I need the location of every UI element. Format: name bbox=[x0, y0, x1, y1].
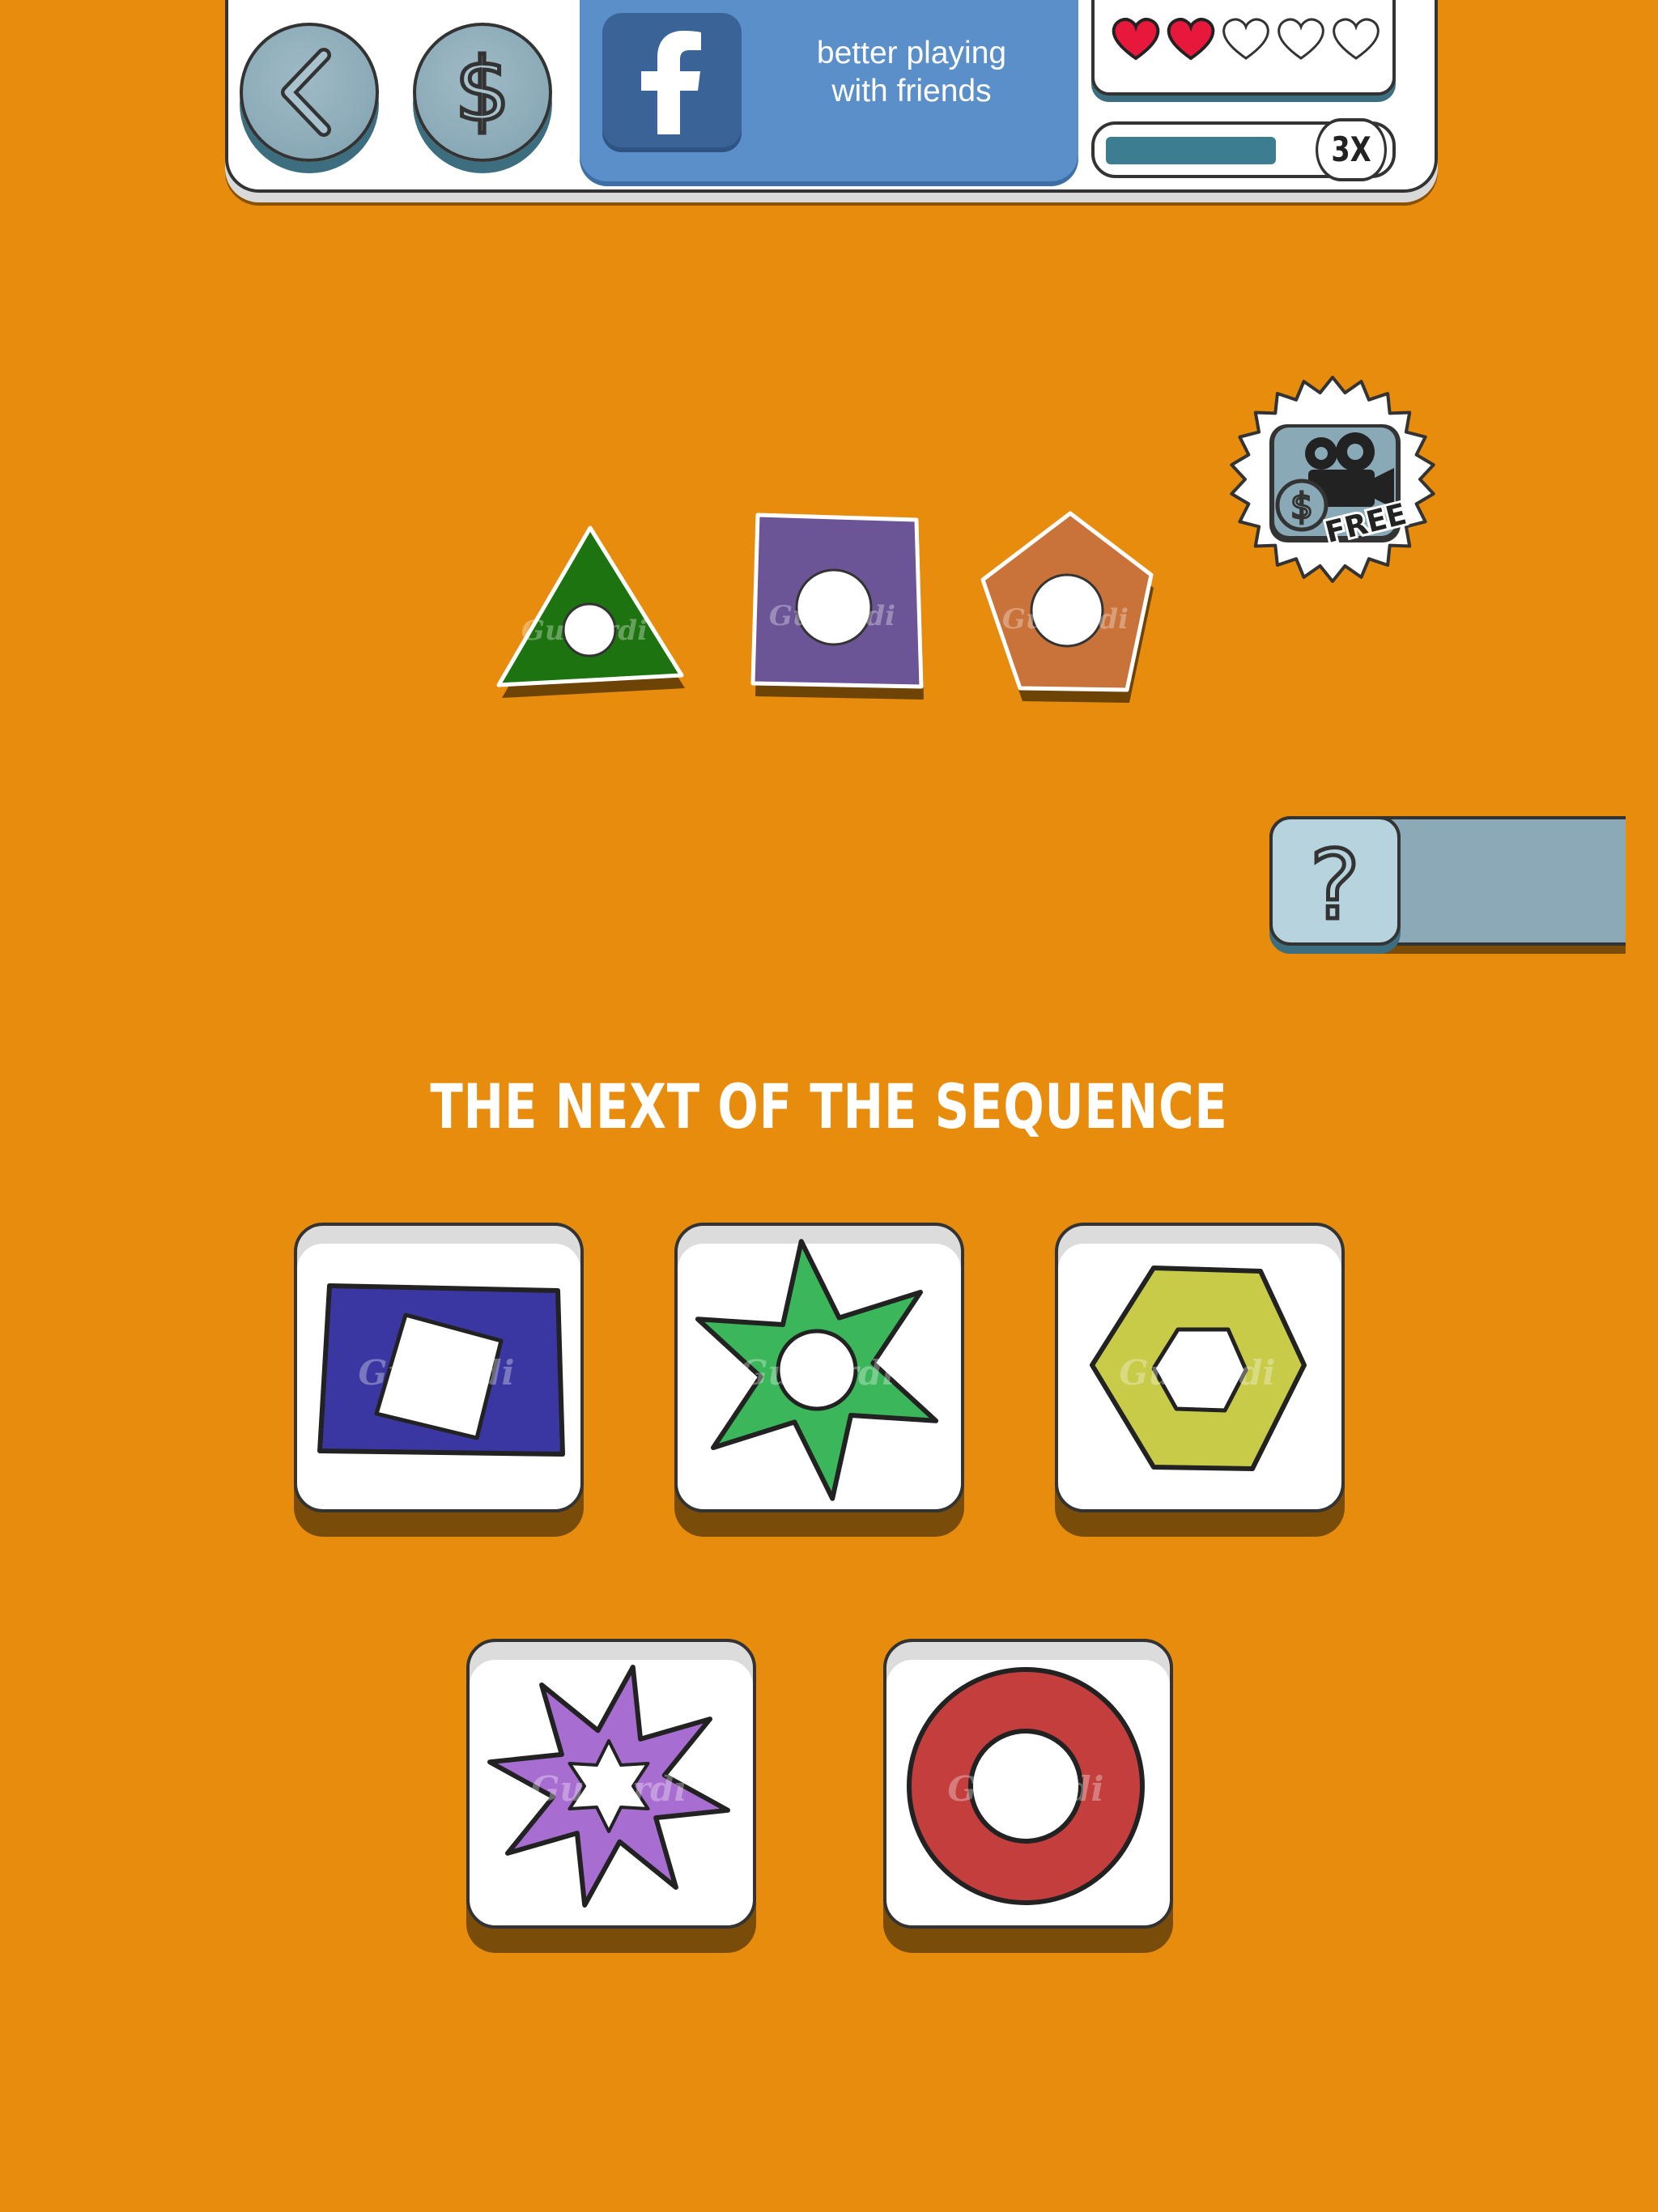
answer-shape-six-point-star: Guilardi bbox=[695, 1239, 939, 1501]
back-button[interactable] bbox=[240, 23, 379, 162]
sequence-shape-square: Guilardi bbox=[745, 510, 928, 704]
svg-text:Guilardi: Guilardi bbox=[1120, 1353, 1276, 1393]
svg-text:Guilardi: Guilardi bbox=[739, 1353, 895, 1393]
svg-text:Guilardi: Guilardi bbox=[1002, 603, 1129, 636]
svg-text:?: ? bbox=[1310, 829, 1361, 941]
question-title: THE NEXT OF THE SEQUENCE bbox=[430, 1070, 1228, 1142]
combo-progress-fill bbox=[1106, 137, 1276, 164]
facebook-f-icon bbox=[602, 13, 742, 152]
answer-option-square[interactable]: Guilardi bbox=[294, 1223, 584, 1512]
answer-option-ring[interactable]: Guilardi bbox=[883, 1639, 1173, 1929]
answer-shape-eight-point-star: Guilardi bbox=[487, 1665, 730, 1908]
heart-full-icon bbox=[1112, 18, 1160, 61]
coins-button[interactable]: $ bbox=[413, 23, 552, 162]
hint-button[interactable]: ? bbox=[1269, 816, 1401, 946]
free-video-reward-button[interactable]: $ FREE bbox=[1227, 374, 1438, 585]
answer-shape-square: Guilardi bbox=[317, 1283, 565, 1457]
coin-icon: $ bbox=[1275, 479, 1329, 532]
svg-text:Guilardi: Guilardi bbox=[359, 1353, 515, 1393]
heart-empty-icon bbox=[1333, 18, 1380, 60]
combo-multiplier: 3X bbox=[1316, 118, 1387, 181]
heart-full-icon bbox=[1167, 18, 1215, 61]
svg-text:Guilardi: Guilardi bbox=[769, 600, 895, 632]
dollar-icon: $ bbox=[453, 38, 512, 143]
answer-option-hexagon[interactable]: Guilardi bbox=[1055, 1223, 1345, 1512]
facebook-text: better playing with friends bbox=[766, 34, 1057, 110]
chevron-left-icon bbox=[281, 48, 331, 137]
svg-text:Guilardi: Guilardi bbox=[531, 1769, 687, 1809]
answer-shape-hexagon: Guilardi bbox=[1090, 1266, 1307, 1471]
svg-text:Guilardi: Guilardi bbox=[521, 615, 648, 647]
svg-text:$: $ bbox=[455, 40, 511, 141]
svg-text:Guilardi: Guilardi bbox=[948, 1769, 1104, 1809]
sequence-shape-triangle: Guilardi bbox=[489, 518, 691, 704]
heart-empty-icon bbox=[1222, 18, 1269, 60]
heart-empty-icon bbox=[1278, 18, 1324, 60]
answer-shape-ring: Guilardi bbox=[907, 1667, 1145, 1905]
answer-option-six-point-star[interactable]: Guilardi bbox=[674, 1223, 964, 1512]
combo-bar: 3X bbox=[1091, 118, 1396, 181]
facebook-text-line1: better playing bbox=[816, 36, 1007, 70]
hint-bar[interactable]: ? bbox=[1269, 816, 1626, 946]
lives-box bbox=[1091, 0, 1396, 96]
answer-option-eight-point-star[interactable]: Guilardi bbox=[466, 1639, 756, 1929]
question-mark-icon: ? bbox=[1307, 827, 1363, 943]
sequence-shape-pentagon: Guilardi bbox=[976, 510, 1159, 711]
facebook-banner[interactable]: better playing with friends bbox=[580, 0, 1078, 181]
svg-text:$: $ bbox=[1290, 486, 1313, 527]
facebook-text-line2: with friends bbox=[831, 74, 992, 108]
